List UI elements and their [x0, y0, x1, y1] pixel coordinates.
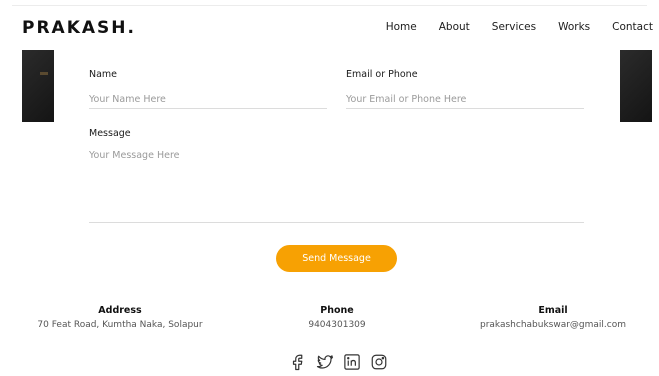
message-label: Message — [89, 128, 131, 139]
address-title: Address — [98, 305, 142, 316]
message-textarea[interactable] — [89, 150, 584, 223]
instagram-icon[interactable] — [369, 352, 388, 371]
social-links — [288, 352, 388, 371]
nav-works[interactable]: Works — [558, 21, 590, 33]
phone-block: Phone 9404301309 — [287, 305, 387, 330]
email-value: prakashchabukswar@gmail.com — [479, 320, 627, 330]
phone-value: 9404301309 — [308, 320, 366, 330]
email-input[interactable] — [346, 90, 584, 109]
site-header: PRAKASH. Home About Services Works Conta… — [0, 0, 659, 50]
background-image-left — [22, 50, 54, 122]
background-image-right — [620, 50, 652, 122]
nav-about[interactable]: About — [439, 21, 470, 33]
address-value: 70 Feat Road, Kumtha Naka, Solapur — [37, 320, 203, 330]
name-input[interactable] — [89, 90, 327, 109]
twitter-icon[interactable] — [315, 352, 334, 371]
main-nav: Home About Services Works Contact — [386, 21, 653, 33]
name-label: Name — [89, 69, 118, 80]
nav-services[interactable]: Services — [492, 21, 536, 33]
facebook-icon[interactable] — [288, 352, 307, 371]
linkedin-icon[interactable] — [342, 352, 361, 371]
phone-title: Phone — [320, 305, 354, 316]
address-block: Address 70 Feat Road, Kumtha Naka, Solap… — [30, 305, 210, 330]
email-title: Email — [538, 305, 568, 316]
site-logo[interactable]: PRAKASH. — [22, 18, 136, 38]
send-message-button[interactable]: Send Message — [276, 245, 397, 272]
nav-home[interactable]: Home — [386, 21, 417, 33]
email-label: Email or Phone — [346, 69, 418, 80]
nav-contact[interactable]: Contact — [612, 21, 653, 33]
email-block: Email prakashchabukswar@gmail.com — [473, 305, 633, 330]
